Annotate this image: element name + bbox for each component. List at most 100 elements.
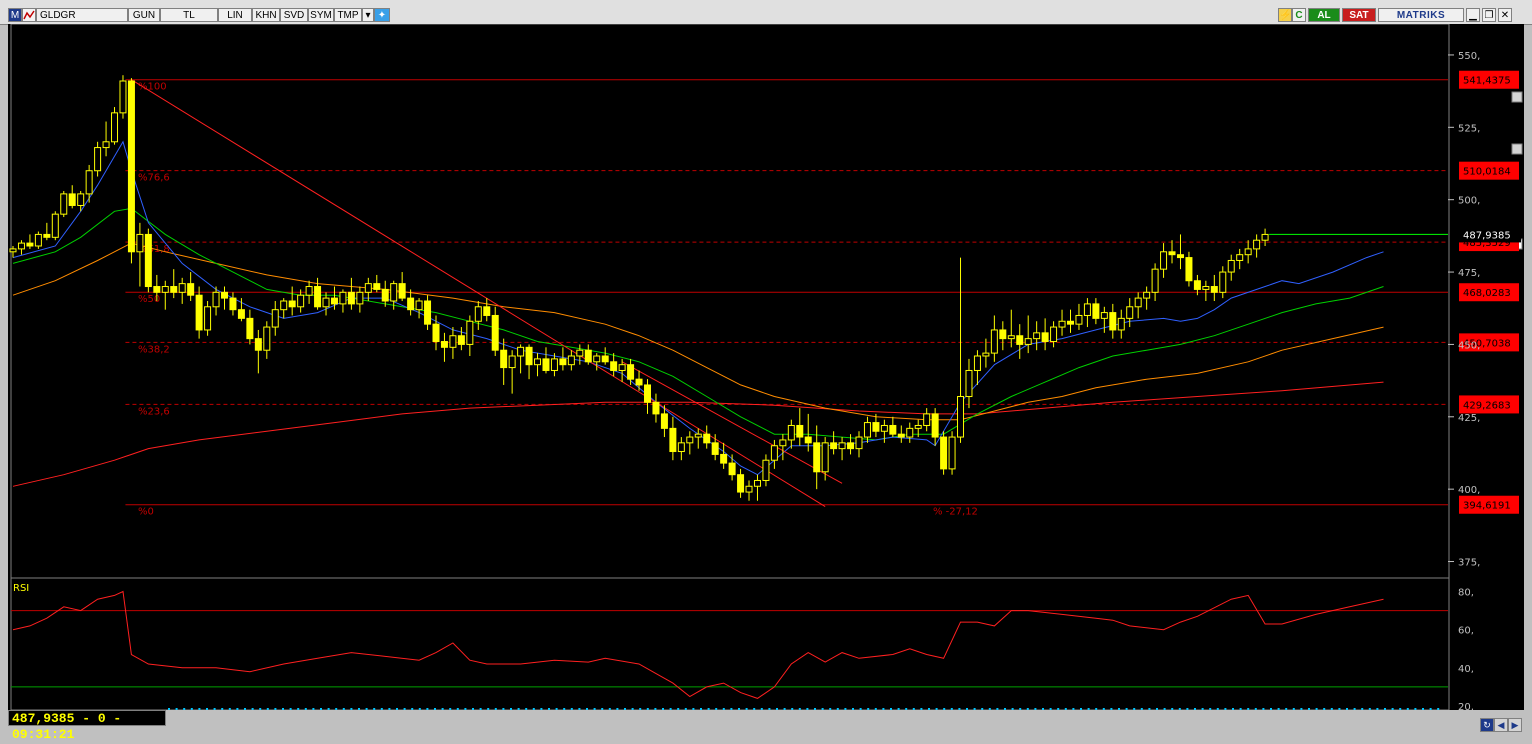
- tmp-button[interactable]: TMP: [334, 8, 362, 22]
- candle[interactable]: [1227, 254, 1235, 281]
- candle[interactable]: [1109, 303, 1117, 339]
- candle[interactable]: [677, 437, 685, 461]
- candle[interactable]: [26, 234, 34, 249]
- candle[interactable]: [957, 257, 965, 443]
- candle[interactable]: [965, 358, 973, 409]
- candle[interactable]: [669, 416, 677, 461]
- candle[interactable]: [60, 191, 68, 218]
- candle[interactable]: [280, 298, 288, 319]
- candle[interactable]: [703, 425, 711, 449]
- scroll-right-icon[interactable]: ▶: [1508, 718, 1522, 732]
- candle[interactable]: [1033, 321, 1041, 351]
- candle[interactable]: [1092, 298, 1100, 325]
- symbol-field[interactable]: GLDGR: [36, 8, 128, 22]
- candle[interactable]: [127, 78, 135, 264]
- candle[interactable]: [94, 141, 102, 177]
- candle[interactable]: [1016, 324, 1024, 359]
- candle[interactable]: [627, 358, 635, 385]
- chart-canvas[interactable]: %100541,4375%76,6510,0184%61,8485,3529%5…: [8, 23, 1524, 725]
- lin-button[interactable]: LIN: [218, 8, 252, 22]
- candle[interactable]: [195, 286, 203, 339]
- candle[interactable]: [973, 350, 981, 385]
- candle[interactable]: [449, 327, 457, 359]
- candle[interactable]: [1050, 321, 1058, 348]
- dropdown-arrow-icon[interactable]: ▾: [362, 8, 374, 22]
- candle[interactable]: [170, 269, 178, 299]
- symbol-chart-icon[interactable]: [22, 8, 36, 22]
- candle[interactable]: [1024, 315, 1032, 354]
- candle[interactable]: [779, 434, 787, 461]
- close-icon[interactable]: ✕: [1498, 8, 1512, 22]
- candle[interactable]: [491, 306, 499, 356]
- candle[interactable]: [796, 408, 804, 446]
- candle[interactable]: [923, 408, 931, 432]
- candle[interactable]: [398, 272, 406, 301]
- candle[interactable]: [1067, 309, 1074, 333]
- candle[interactable]: [855, 431, 863, 458]
- sell-button[interactable]: SAT: [1342, 8, 1376, 22]
- candle[interactable]: [534, 353, 542, 377]
- candle[interactable]: [1143, 286, 1151, 310]
- candle[interactable]: [525, 344, 533, 380]
- candle[interactable]: [161, 280, 169, 310]
- khn-button[interactable]: KHN: [252, 8, 280, 22]
- candle[interactable]: [1244, 240, 1252, 264]
- candle[interactable]: [889, 416, 897, 438]
- candle[interactable]: [356, 286, 364, 313]
- candle[interactable]: [85, 164, 93, 203]
- candle[interactable]: [999, 321, 1007, 351]
- candle[interactable]: [1007, 309, 1015, 348]
- candle[interactable]: [931, 408, 939, 446]
- candle[interactable]: [694, 428, 702, 449]
- candle[interactable]: [990, 315, 998, 362]
- candle[interactable]: [1168, 240, 1176, 264]
- period-button[interactable]: GUN: [128, 8, 160, 22]
- candle[interactable]: [1261, 228, 1269, 246]
- candle[interactable]: [830, 431, 838, 455]
- candle[interactable]: [610, 353, 618, 377]
- candle[interactable]: [204, 301, 212, 336]
- candle[interactable]: [1151, 263, 1159, 301]
- candle[interactable]: [1219, 266, 1227, 299]
- candle[interactable]: [753, 474, 761, 501]
- candle[interactable]: [43, 222, 51, 241]
- candle[interactable]: [339, 289, 347, 313]
- candle[interactable]: [737, 468, 745, 498]
- candle[interactable]: [644, 379, 651, 414]
- scroll-down-icon[interactable]: [1511, 143, 1523, 155]
- candle[interactable]: [187, 272, 195, 301]
- candle[interactable]: [745, 480, 753, 501]
- candle[interactable]: [322, 292, 330, 316]
- candle[interactable]: [838, 437, 846, 461]
- candle[interactable]: [102, 121, 110, 157]
- maximize-icon[interactable]: ❐: [1482, 8, 1496, 22]
- chart-area[interactable]: %100 541,4375 %76,6 510,0184 %61,8 485,3529 %5…: [8, 23, 1524, 725]
- candle[interactable]: [720, 442, 728, 469]
- candle[interactable]: [347, 277, 355, 310]
- candle[interactable]: [1134, 292, 1142, 319]
- candle[interactable]: [940, 431, 948, 475]
- candle[interactable]: [221, 286, 228, 310]
- candle[interactable]: [517, 344, 525, 374]
- candle[interactable]: [440, 332, 448, 362]
- candle[interactable]: [246, 309, 254, 345]
- candle[interactable]: [542, 347, 550, 374]
- logo-icon[interactable]: M: [8, 8, 22, 22]
- candle[interactable]: [635, 370, 643, 391]
- candle[interactable]: [906, 422, 914, 443]
- candle[interactable]: [1058, 309, 1066, 336]
- candle[interactable]: [1100, 306, 1108, 333]
- candle[interactable]: [1160, 243, 1168, 278]
- trendline[interactable]: [131, 79, 826, 507]
- candle[interactable]: [271, 301, 279, 336]
- candle[interactable]: [119, 75, 127, 119]
- candle[interactable]: [1202, 280, 1210, 301]
- candle[interactable]: [229, 292, 237, 316]
- candle[interactable]: [178, 277, 186, 304]
- candle[interactable]: [948, 431, 956, 475]
- candle[interactable]: [1185, 251, 1193, 287]
- scroll-left-icon[interactable]: ◀: [1494, 718, 1508, 732]
- candle[interactable]: [762, 454, 770, 487]
- svd-button[interactable]: SVD: [280, 8, 308, 22]
- candle[interactable]: [897, 425, 905, 443]
